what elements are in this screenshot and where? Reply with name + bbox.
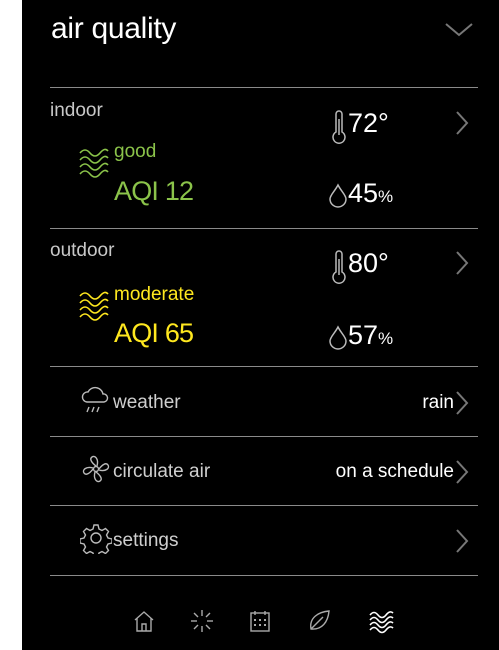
indoor-humidity: 45% (348, 178, 393, 209)
indoor-aqi: AQI 12 (114, 176, 194, 206)
humidity-drop-icon (329, 325, 347, 350)
outdoor-humidity-unit: % (378, 329, 394, 348)
thermometer-icon (332, 110, 346, 144)
indoor-label: indoor (50, 100, 103, 121)
indoor-humidity-unit: % (378, 187, 394, 206)
outdoor-temperature: 80° (348, 248, 389, 278)
gear-icon (80, 524, 112, 554)
air-quality-icon (79, 148, 109, 178)
outdoor-humidity: 57% (348, 320, 393, 351)
fan-icon (82, 455, 110, 483)
weather-label: weather (113, 392, 181, 413)
chevron-right-icon[interactable] (455, 110, 469, 136)
divider (50, 87, 478, 88)
fan-sparkle-icon[interactable] (189, 608, 215, 634)
settings-label: settings (113, 530, 179, 551)
indoor-status: good (114, 141, 157, 162)
outdoor-humidity-value: 57 (348, 320, 379, 350)
weather-value: rain (422, 392, 454, 413)
humidity-drop-icon (329, 183, 347, 208)
chevron-right-icon[interactable] (455, 390, 469, 416)
divider (50, 436, 478, 437)
divider (50, 366, 478, 367)
thermometer-icon (332, 250, 346, 284)
page-title: air quality (51, 12, 177, 45)
leaf-icon[interactable] (306, 608, 332, 634)
outdoor-aqi: AQI 65 (114, 318, 194, 348)
indoor-humidity-value: 45 (348, 178, 379, 208)
outdoor-label: outdoor (50, 240, 115, 261)
circulate-air-value: on a schedule (335, 461, 454, 482)
chevron-right-icon[interactable] (455, 250, 469, 276)
chevron-right-icon[interactable] (455, 528, 469, 554)
air-quality-icon (79, 291, 109, 321)
air-quality-icon[interactable] (367, 608, 395, 636)
divider (50, 575, 478, 576)
home-icon[interactable] (131, 608, 157, 634)
circulate-air-label: circulate air (113, 461, 211, 482)
cloud-rain-icon (81, 386, 109, 413)
chevron-right-icon[interactable] (455, 459, 469, 485)
chevron-down-icon[interactable] (444, 18, 474, 40)
outdoor-status: moderate (114, 284, 195, 305)
calendar-icon[interactable] (247, 608, 273, 634)
indoor-temperature: 72° (348, 108, 389, 138)
divider (50, 228, 478, 229)
divider (50, 505, 478, 506)
